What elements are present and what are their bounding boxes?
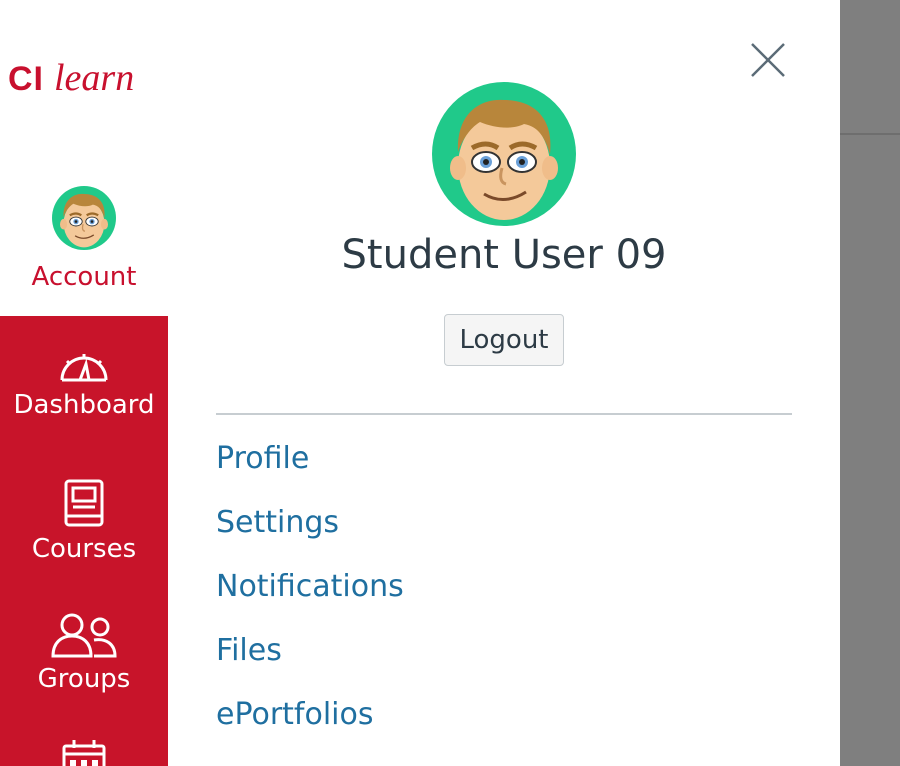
page-backdrop[interactable] bbox=[840, 0, 900, 766]
logout-button[interactable]: Logout bbox=[444, 314, 564, 366]
nav-item-calendar[interactable] bbox=[0, 740, 168, 766]
notifications-link[interactable]: Notifications bbox=[216, 569, 404, 604]
dashboard-icon bbox=[60, 354, 108, 382]
brand-logo[interactable]: CI learn bbox=[8, 56, 134, 104]
nav-groups-label: Groups bbox=[37, 664, 131, 694]
nav-item-groups[interactable]: Groups bbox=[0, 612, 168, 694]
close-icon bbox=[751, 43, 785, 77]
backdrop-header-divider bbox=[840, 133, 900, 135]
nav-dashboard-label: Dashboard bbox=[13, 390, 155, 420]
avatar-face-icon bbox=[450, 99, 558, 220]
nav-item-courses[interactable]: Courses bbox=[0, 478, 168, 564]
avatar-small bbox=[52, 186, 116, 250]
nav-item-dashboard[interactable]: Dashboard bbox=[0, 344, 168, 420]
eportfolios-link[interactable]: ePortfolios bbox=[216, 697, 374, 732]
tray-divider bbox=[216, 413, 792, 415]
avatar bbox=[432, 82, 576, 226]
global-navigation: CI learn Account Dashboard Courses Group… bbox=[0, 0, 168, 766]
close-tray-button[interactable] bbox=[748, 40, 788, 80]
settings-link[interactable]: Settings bbox=[216, 505, 339, 540]
nav-account-label: Account bbox=[31, 262, 137, 292]
logo-ci-text: CI bbox=[8, 60, 44, 98]
calendar-icon bbox=[62, 740, 106, 766]
courses-icon bbox=[64, 479, 104, 527]
files-link[interactable]: Files bbox=[216, 633, 282, 668]
user-display-name: Student User 09 bbox=[341, 232, 667, 278]
logo-learn-text: learn bbox=[54, 57, 135, 99]
groups-icon bbox=[51, 613, 117, 658]
nav-courses-label: Courses bbox=[31, 534, 137, 564]
nav-item-account[interactable]: Account bbox=[0, 180, 168, 316]
profile-link[interactable]: Profile bbox=[216, 441, 309, 476]
avatar-face-icon bbox=[60, 193, 108, 248]
